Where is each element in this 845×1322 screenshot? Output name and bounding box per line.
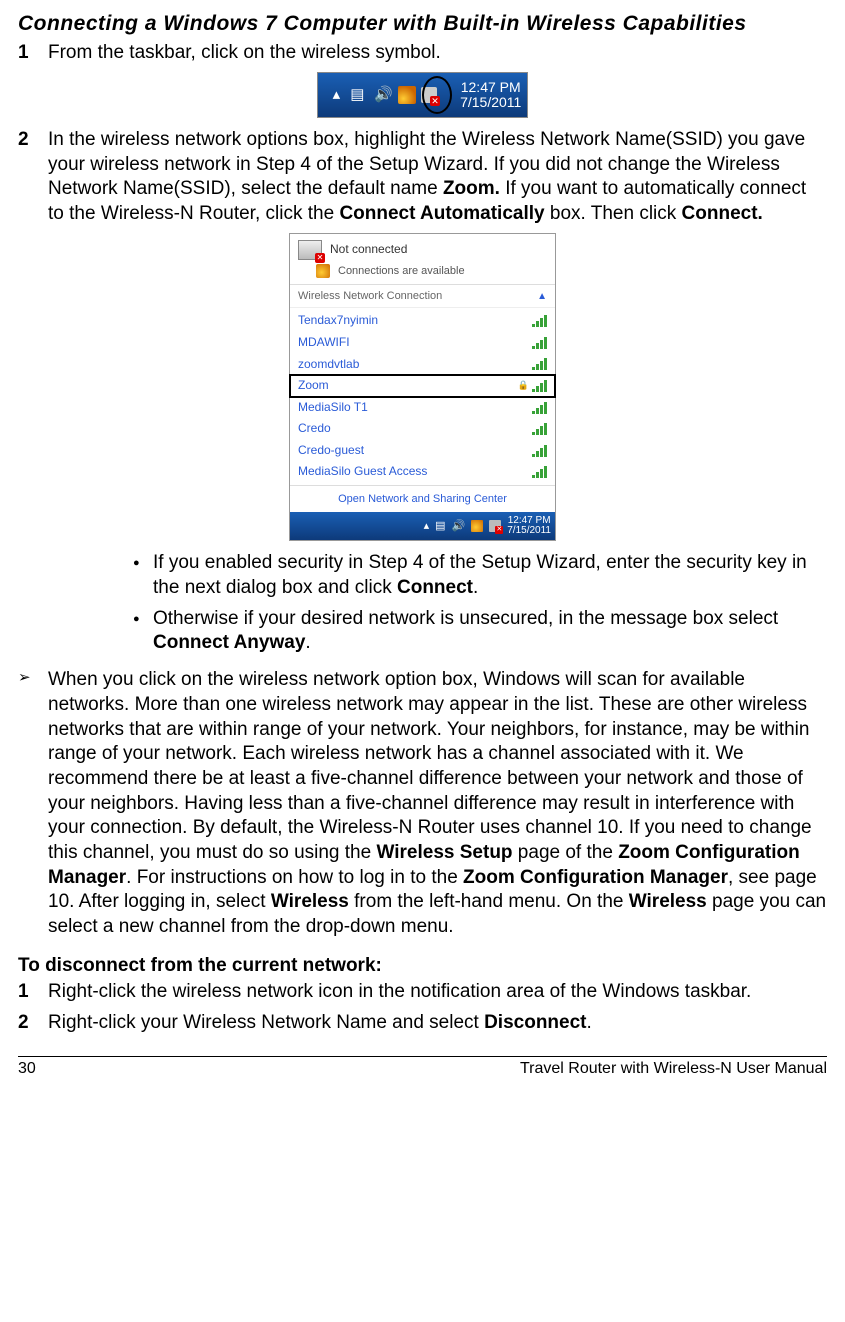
text: . For instructions on how to log in to t…: [126, 867, 463, 888]
speaker-icon: 🔊: [374, 85, 393, 105]
wireless-tray-icon: [398, 86, 416, 104]
wireless-network-item[interactable]: zoomdvtlab: [290, 354, 555, 376]
disconnect-step-1: 1 Right-click the wireless network icon …: [18, 980, 827, 1005]
network-name: Zoom: [298, 378, 329, 394]
network-disconnected-icon: [489, 520, 501, 532]
list-item: ● Otherwise if your desired network is u…: [133, 607, 827, 656]
info-note: ➢ When you click on the wireless network…: [18, 668, 827, 940]
network-name: MediaSilo T1: [298, 400, 368, 416]
action-center-icon: ▤: [435, 519, 445, 533]
tray-date: 7/15/2011: [507, 526, 551, 536]
step-1: 1 From the taskbar, click on the wireles…: [18, 41, 827, 66]
wireless-network-item[interactable]: MDAWIFI: [290, 332, 555, 354]
step-number: 2: [18, 128, 48, 227]
network-name: Tendax7nyimin: [298, 313, 378, 329]
connections-available-label: Connections are available: [338, 264, 465, 278]
wireless-section-header: Wireless Network Connection: [298, 289, 442, 303]
tray-clock: 12:47 PM 7/15/2011: [507, 516, 551, 536]
network-name: MDAWIFI: [298, 335, 350, 351]
step-2: 2 In the wireless network options box, h…: [18, 128, 827, 227]
text: page of the: [513, 842, 619, 863]
figure-wifi-popup: Not connected Connections are available …: [18, 233, 827, 542]
connections-available-icon: [316, 264, 330, 278]
text: from the left-hand menu. On the: [349, 891, 629, 912]
wireless-network-item[interactable]: Tendax7nyimin: [290, 310, 555, 332]
step-text: Right-click the wireless network icon in…: [48, 980, 827, 1005]
network-name: zoomdvtlab: [298, 357, 359, 373]
text-bold: Connect: [397, 577, 473, 598]
page-heading: Connecting a Windows 7 Computer with Bui…: [18, 10, 827, 37]
step-number: 1: [18, 980, 48, 1005]
tray-clock: 12:47 PM 7/15/2011: [460, 80, 521, 111]
open-network-sharing-link[interactable]: Open Network and Sharing Center: [290, 485, 555, 512]
bullet-icon: ●: [133, 551, 153, 600]
text-bold: Wireless: [629, 891, 707, 912]
disconnect-heading: To disconnect from the current network:: [18, 954, 827, 979]
list-item: ● If you enabled security in Step 4 of t…: [133, 551, 827, 600]
figure-taskbar: ▴ ▤ 🔊 12:47 PM 7/15/2011: [18, 72, 827, 118]
text-bold: Connect Anyway: [153, 632, 305, 653]
signal-bars-icon: [532, 423, 547, 435]
text-bold: Wireless Setup: [376, 842, 512, 863]
chevron-up-icon: ▴: [333, 85, 341, 105]
network-name: MediaSilo Guest Access: [298, 464, 427, 480]
arrow-icon: ➢: [18, 668, 48, 940]
text: .: [473, 577, 478, 598]
step-number: 1: [18, 41, 48, 66]
action-center-icon: ▤: [350, 85, 364, 105]
sub-bullet-list: ● If you enabled security in Step 4 of t…: [18, 551, 827, 656]
not-connected-label: Not connected: [330, 242, 407, 258]
step-text: In the wireless network options box, hig…: [48, 128, 827, 227]
step-text: Right-click your Wireless Network Name a…: [48, 1011, 827, 1036]
signal-bars-icon: [532, 380, 547, 392]
signal-bars-icon: [532, 466, 547, 478]
signal-bars-icon: [532, 358, 547, 370]
network-name: Credo: [298, 421, 331, 437]
wireless-network-list: Tendax7nyimin MDAWIFI zoomdvtlab Zoom 🔒 Media…: [290, 308, 555, 485]
text-bold: Zoom.: [443, 178, 500, 199]
wireless-network-item[interactable]: Zoom 🔒: [290, 375, 555, 397]
text-bold: Wireless: [271, 891, 349, 912]
text: .: [305, 632, 310, 653]
signal-bars-icon: [532, 445, 547, 457]
page-number: 30: [18, 1059, 36, 1080]
chevron-up-icon: ▴: [424, 519, 430, 533]
signal-bars-icon: [532, 402, 547, 414]
lock-icon: 🔒: [518, 380, 529, 392]
text-bold: Disconnect: [484, 1012, 586, 1033]
text-bold: Zoom Configuration Manager: [463, 867, 728, 888]
footer-title: Travel Router with Wireless-N User Manua…: [520, 1059, 827, 1080]
wireless-network-item[interactable]: Credo-guest: [290, 440, 555, 462]
signal-bars-icon: [532, 337, 547, 349]
wireless-network-item[interactable]: MediaSilo T1: [290, 397, 555, 419]
speaker-icon: 🔊: [452, 519, 466, 533]
info-paragraph: When you click on the wireless network o…: [48, 668, 827, 940]
disconnect-step-2: 2 Right-click your Wireless Network Name…: [18, 1011, 827, 1036]
step-text: From the taskbar, click on the wireless …: [48, 41, 827, 66]
signal-bars-icon: [532, 315, 547, 327]
wireless-network-item[interactable]: Credo: [290, 418, 555, 440]
wireless-tray-icon: [471, 520, 483, 532]
text-bold: Connect Automatically: [339, 203, 544, 224]
network-name: Credo-guest: [298, 443, 364, 459]
text: When you click on the wireless network o…: [48, 669, 812, 863]
page-footer: 30 Travel Router with Wireless-N User Ma…: [18, 1056, 827, 1080]
text: Right-click your Wireless Network Name a…: [48, 1012, 484, 1033]
text: Otherwise if your desired network is uns…: [153, 608, 778, 629]
text: If you enabled security in Step 4 of the…: [153, 552, 807, 598]
text: box. Then click: [545, 203, 682, 224]
text: .: [587, 1012, 592, 1033]
network-disconnected-icon: [421, 87, 437, 103]
not-connected-icon: [298, 240, 322, 260]
step-number: 2: [18, 1011, 48, 1036]
bullet-icon: ●: [133, 607, 153, 656]
text-bold: Connect.: [682, 203, 763, 224]
tray-time: 12:47 PM: [460, 80, 521, 95]
wireless-network-item[interactable]: MediaSilo Guest Access: [290, 461, 555, 483]
chevron-up-icon: ▲: [537, 290, 547, 303]
tray-date: 7/15/2011: [460, 95, 521, 110]
